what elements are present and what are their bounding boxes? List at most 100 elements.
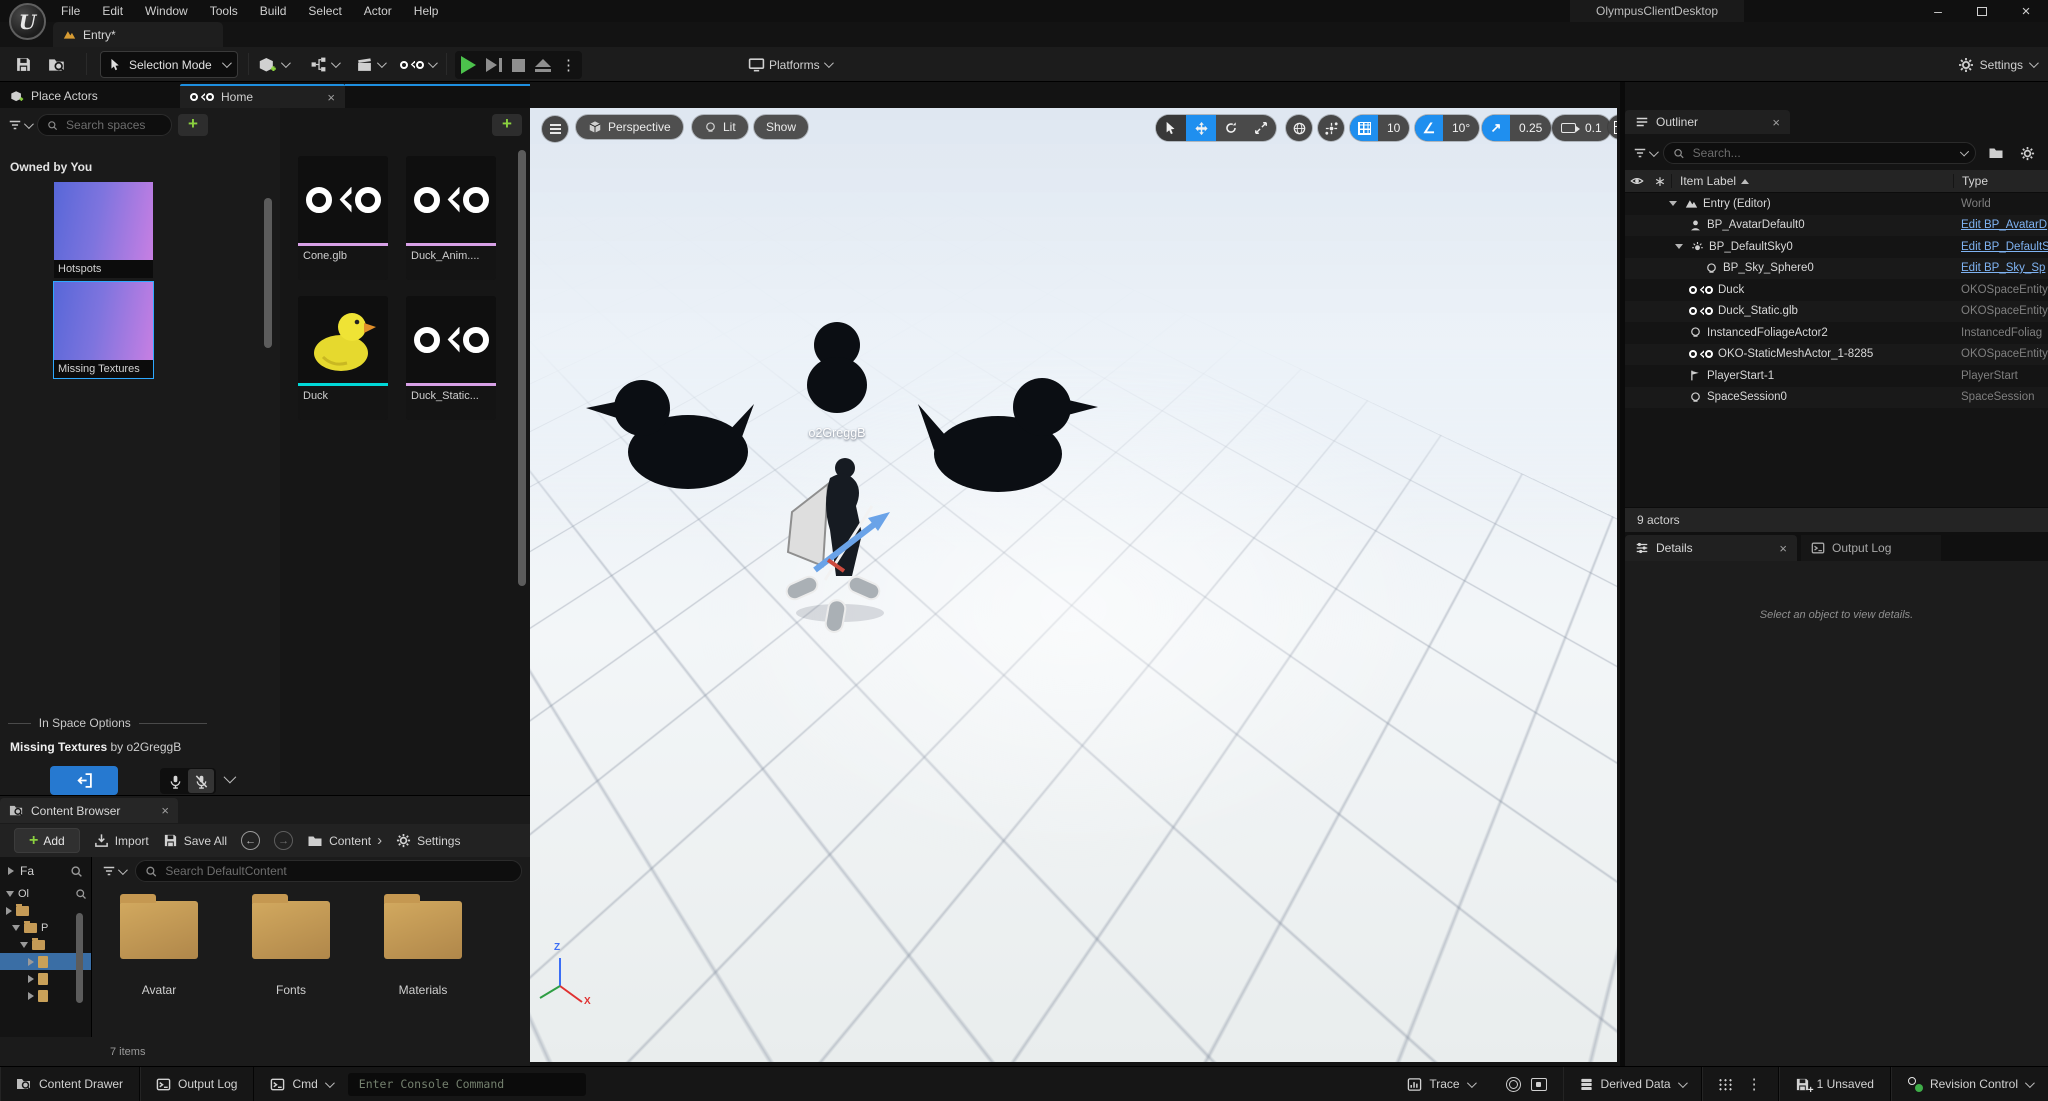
add-space-button[interactable] (178, 114, 208, 136)
tab-place-actors[interactable]: Place Actors (0, 84, 178, 108)
folder-materials[interactable] (384, 901, 462, 959)
restore-button[interactable] (1960, 0, 2004, 22)
move-tool-button[interactable] (1186, 115, 1216, 141)
space-card-hotspots[interactable]: Hotspots (53, 181, 154, 279)
asset-tile-duck[interactable]: Duck (298, 296, 388, 420)
close-icon[interactable] (161, 803, 169, 818)
edit-blueprint-link[interactable]: Edit BP_AvatarD (1953, 219, 2048, 231)
item-label-column-header[interactable]: Item Label (1671, 174, 1953, 188)
content-drawer-button[interactable]: Content Drawer (0, 1067, 140, 1101)
filter-button[interactable] (8, 118, 31, 132)
menu-actor[interactable]: Actor (355, 1, 401, 21)
menu-file[interactable]: File (52, 1, 89, 21)
cmd-dropdown[interactable]: Cmd (254, 1067, 335, 1101)
add-button[interactable]: Add (14, 828, 80, 853)
player-avatar[interactable] (784, 458, 890, 633)
record-icon[interactable] (1506, 1077, 1521, 1092)
camera-speed-control[interactable]: 0.1 (1552, 115, 1611, 141)
outliner-settings-button[interactable] (2015, 142, 2040, 164)
outliner-row[interactable]: SpaceSession0 SpaceSession (1625, 387, 2048, 409)
rotation-snap-control[interactable]: 10° (1415, 115, 1479, 141)
viewport-options-button[interactable] (542, 116, 568, 142)
add-actor-button[interactable] (258, 52, 288, 77)
collapse-icon[interactable] (1675, 244, 1683, 249)
stop-button[interactable] (512, 59, 525, 72)
duck-silhouette-back[interactable] (807, 322, 867, 413)
cb-search-input[interactable] (163, 863, 512, 879)
close-icon[interactable] (1772, 115, 1780, 130)
cb-filter-button[interactable] (102, 864, 125, 878)
duck-silhouette-left[interactable] (586, 380, 754, 489)
revision-control-dropdown[interactable]: Revision Control (1891, 1067, 2048, 1101)
play-options-kebab[interactable] (561, 56, 576, 74)
selection-mode-dropdown[interactable]: Selection Mode (100, 51, 238, 78)
save-button[interactable] (10, 52, 36, 77)
duck-silhouette-right[interactable] (918, 378, 1098, 492)
edit-blueprint-link[interactable]: Edit BP_Sky_Sp (1953, 262, 2048, 274)
settings-dropdown[interactable]: Settings (1958, 52, 2036, 77)
close-icon[interactable] (1779, 541, 1787, 556)
add-asset-button[interactable] (492, 114, 522, 136)
derived-data-dropdown[interactable]: Derived Data (1563, 1067, 1702, 1101)
tab-home[interactable]: Home (180, 84, 345, 108)
new-folder-button[interactable] (1983, 142, 2008, 164)
show-dropdown[interactable]: Show (754, 115, 808, 139)
mic-button[interactable] (162, 769, 188, 793)
cinematics-button[interactable] (356, 52, 384, 77)
pin-column-header[interactable] (1649, 173, 1671, 190)
sources-collapse[interactable]: Ol (0, 885, 91, 902)
outliner-filter-button[interactable] (1633, 146, 1656, 160)
favorites-collapse[interactable]: Fa (0, 857, 92, 885)
menu-build[interactable]: Build (251, 1, 296, 21)
save-all-button[interactable]: Save All (163, 833, 227, 848)
spaces-search-input[interactable] (64, 117, 162, 133)
frame-skip-button[interactable] (486, 58, 502, 72)
platforms-dropdown[interactable]: Platforms (748, 52, 831, 77)
edit-blueprint-link[interactable]: Edit BP_DefaultS (1953, 241, 2048, 253)
rotate-tool-button[interactable] (1216, 115, 1246, 141)
outliner-row[interactable]: BP_Sky_Sphere0 Edit BP_Sky_Sp (1625, 258, 2048, 280)
back-button[interactable]: ← (241, 831, 260, 850)
grid-snap-control[interactable]: 10 (1350, 115, 1409, 141)
visibility-column-header[interactable] (1625, 174, 1649, 188)
tab-outliner[interactable]: Outliner (1625, 110, 1790, 134)
outliner-row[interactable]: Duck OKOSpaceEntity (1625, 279, 2048, 301)
close-button[interactable] (2004, 0, 2048, 22)
outliner-row[interactable]: PlayerStart-1 PlayerStart (1625, 365, 2048, 387)
status-kebab[interactable] (1747, 1075, 1762, 1093)
outliner-row[interactable]: BP_AvatarDefault0 Edit BP_AvatarD (1625, 215, 2048, 237)
lit-dropdown[interactable]: Lit (692, 115, 748, 139)
asset-tile-duck-static[interactable]: Duck_Static... (406, 296, 496, 420)
eject-button[interactable] (535, 59, 551, 72)
menu-help[interactable]: Help (405, 1, 448, 21)
perspective-dropdown[interactable]: Perspective (576, 115, 683, 139)
outliner-search[interactable] (1663, 142, 1976, 164)
outliner-search-input[interactable] (1691, 145, 1954, 161)
unsaved-button[interactable]: 1 Unsaved (1779, 1067, 1891, 1101)
menu-tools[interactable]: Tools (201, 1, 247, 21)
close-icon[interactable] (327, 90, 335, 105)
snapshot-icon[interactable] (1531, 1078, 1547, 1091)
breadcrumb[interactable]: Content (307, 832, 382, 849)
blueprints-button[interactable] (310, 52, 338, 77)
spaces-search[interactable] (37, 114, 172, 136)
tab-content-browser[interactable]: Content Browser (0, 798, 178, 823)
tab-details[interactable]: Details (1625, 535, 1797, 561)
outliner-row[interactable]: Entry (Editor) World (1625, 193, 2048, 215)
space-card-missing-textures[interactable]: Missing Textures (53, 281, 154, 379)
scale-tool-button[interactable] (1246, 115, 1276, 141)
cb-settings-button[interactable]: Settings (396, 833, 460, 848)
asset-tile-cone[interactable]: Cone.glb (298, 156, 388, 280)
menu-window[interactable]: Window (136, 1, 197, 21)
menu-select[interactable]: Select (299, 1, 350, 21)
leave-space-button[interactable] (50, 766, 118, 795)
world-space-button[interactable] (1286, 115, 1312, 141)
forward-button[interactable]: → (274, 831, 293, 850)
tree-scrollbar[interactable] (76, 913, 83, 1003)
outliner-row[interactable]: InstancedFoliageActor2 InstancedFoliag (1625, 322, 2048, 344)
select-tool-button[interactable] (1156, 115, 1186, 141)
assets-scrollbar[interactable] (518, 150, 526, 586)
play-button[interactable] (461, 56, 476, 74)
collapse-icon[interactable] (1669, 201, 1677, 206)
voice-options-button[interactable] (224, 772, 233, 786)
